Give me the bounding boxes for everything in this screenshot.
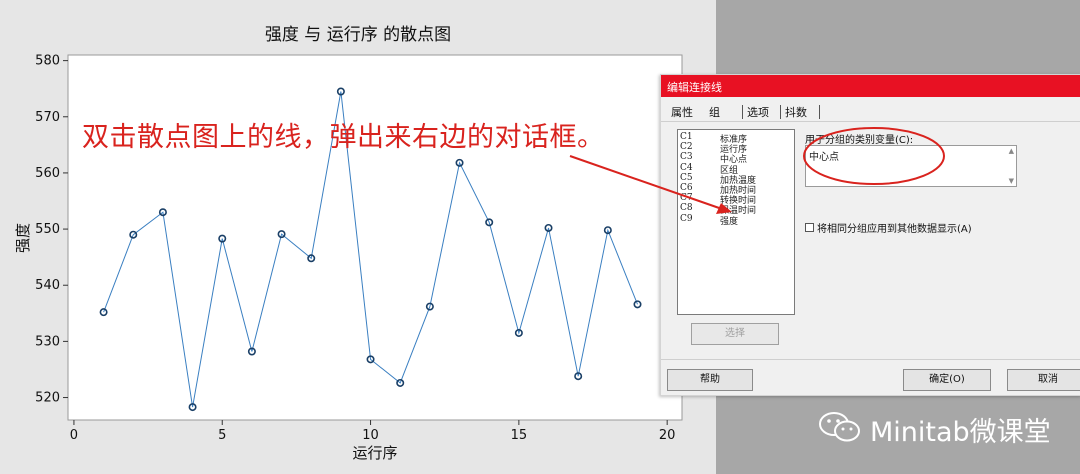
apply-group-checkbox[interactable]	[805, 223, 814, 232]
tab-separator	[819, 105, 820, 119]
scroll-down-icon[interactable]: ▼	[1009, 177, 1014, 185]
x-axis-label: 运行序	[352, 444, 397, 462]
tab-divider	[661, 121, 1080, 122]
y-tick-label: 530	[35, 334, 60, 349]
variable-id: C9	[680, 213, 693, 224]
help-button[interactable]: 帮助	[667, 369, 753, 391]
y-tick-label: 540	[35, 278, 60, 293]
tab-options[interactable]: 选项	[743, 103, 773, 121]
edit-connect-line-dialog: 编辑连接线 属性 组 选项 抖数 C1 标准序 C2 运行序 C3 中心点 C4 区组 C5 加热…	[660, 74, 1080, 396]
y-tick-label: 570	[35, 110, 60, 125]
tab-attributes[interactable]: 属性	[667, 103, 697, 121]
x-tick-label: 5	[218, 428, 226, 443]
group-variable-label: 用于分组的类别变量(C):	[805, 135, 914, 146]
dialog-tabs: 属性 组 选项 抖数	[661, 103, 1080, 121]
scatter-chart[interactable]: 520 530 540 550 560 570 580 0 5 10 15 20 运行序 强度	[0, 0, 716, 474]
y-tick-label: 560	[35, 166, 60, 181]
variable-name: 强度	[720, 216, 739, 227]
wechat-icon	[819, 412, 860, 442]
select-button[interactable]: 选择	[691, 323, 779, 345]
ok-button[interactable]: 确定(O)	[903, 369, 991, 391]
x-tick-label: 15	[511, 428, 528, 443]
x-tick-label: 20	[659, 428, 676, 443]
apply-group-checkbox-label: 将相同分组应用到其他数据显示(A)	[817, 224, 972, 235]
x-tick-label: 0	[70, 428, 78, 443]
y-tick-label: 520	[35, 391, 60, 406]
watermark-text: Minitab微课堂	[870, 417, 1051, 448]
y-axis-label: 强度	[14, 223, 32, 253]
group-variable-value: 中心点	[809, 152, 839, 163]
button-divider	[661, 359, 1080, 360]
y-tick-label: 580	[35, 54, 60, 69]
variable-id: C7	[680, 193, 693, 204]
variable-id: C5	[680, 172, 693, 183]
dialog-title: 编辑连接线	[667, 81, 722, 94]
plot-area	[67, 54, 683, 421]
variable-id: C4	[680, 162, 693, 173]
variable-id: C8	[680, 203, 693, 214]
variable-list[interactable]: C1 标准序 C2 运行序 C3 中心点 C4 区组 C5 加热温度 C6 加热时间 C7 转换时间 C8 保…	[677, 129, 795, 315]
variable-id: C1	[680, 132, 693, 142]
variable-id: C2	[680, 142, 693, 153]
y-tick-label: 550	[35, 222, 60, 237]
annotation-text: 双击散点图上的线，弹出来右边的对话框。	[82, 122, 605, 153]
variable-id: C6	[680, 183, 693, 193]
cancel-button[interactable]: 取消	[1007, 369, 1080, 391]
tab-group[interactable]: 组	[705, 103, 724, 121]
group-variable-input[interactable]: 中心点 ▲ ▼	[805, 145, 1017, 187]
scroll-up-icon[interactable]: ▲	[1009, 147, 1014, 155]
x-tick-label: 10	[362, 428, 379, 443]
dialog-titlebar[interactable]: 编辑连接线	[661, 75, 1080, 97]
variable-id: C3	[680, 152, 693, 163]
tab-jitter[interactable]: 抖数	[781, 103, 811, 121]
